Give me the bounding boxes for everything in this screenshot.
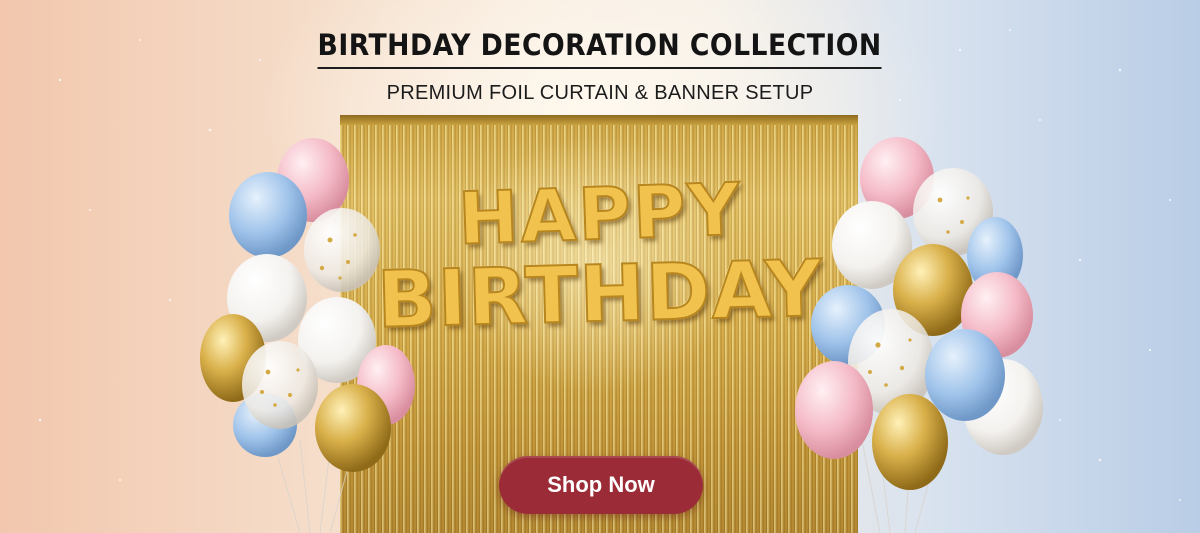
balloon-confetti [242, 341, 318, 429]
balloon-gold [872, 394, 948, 490]
hero-banner: BIRTHDAY DECORATION COLLECTION PREMIUM F… [0, 0, 1200, 533]
balloon-clusters [200, 137, 1043, 533]
balloon-confetti [304, 208, 380, 292]
balloon-pink [795, 361, 873, 459]
balloon-gold [315, 384, 391, 472]
shop-now-button[interactable]: Shop Now [499, 456, 703, 514]
balloon-blue [925, 329, 1005, 421]
balloon-blue [229, 172, 307, 258]
right-balloon-cluster [795, 137, 1043, 490]
left-balloon-cluster [200, 138, 415, 472]
